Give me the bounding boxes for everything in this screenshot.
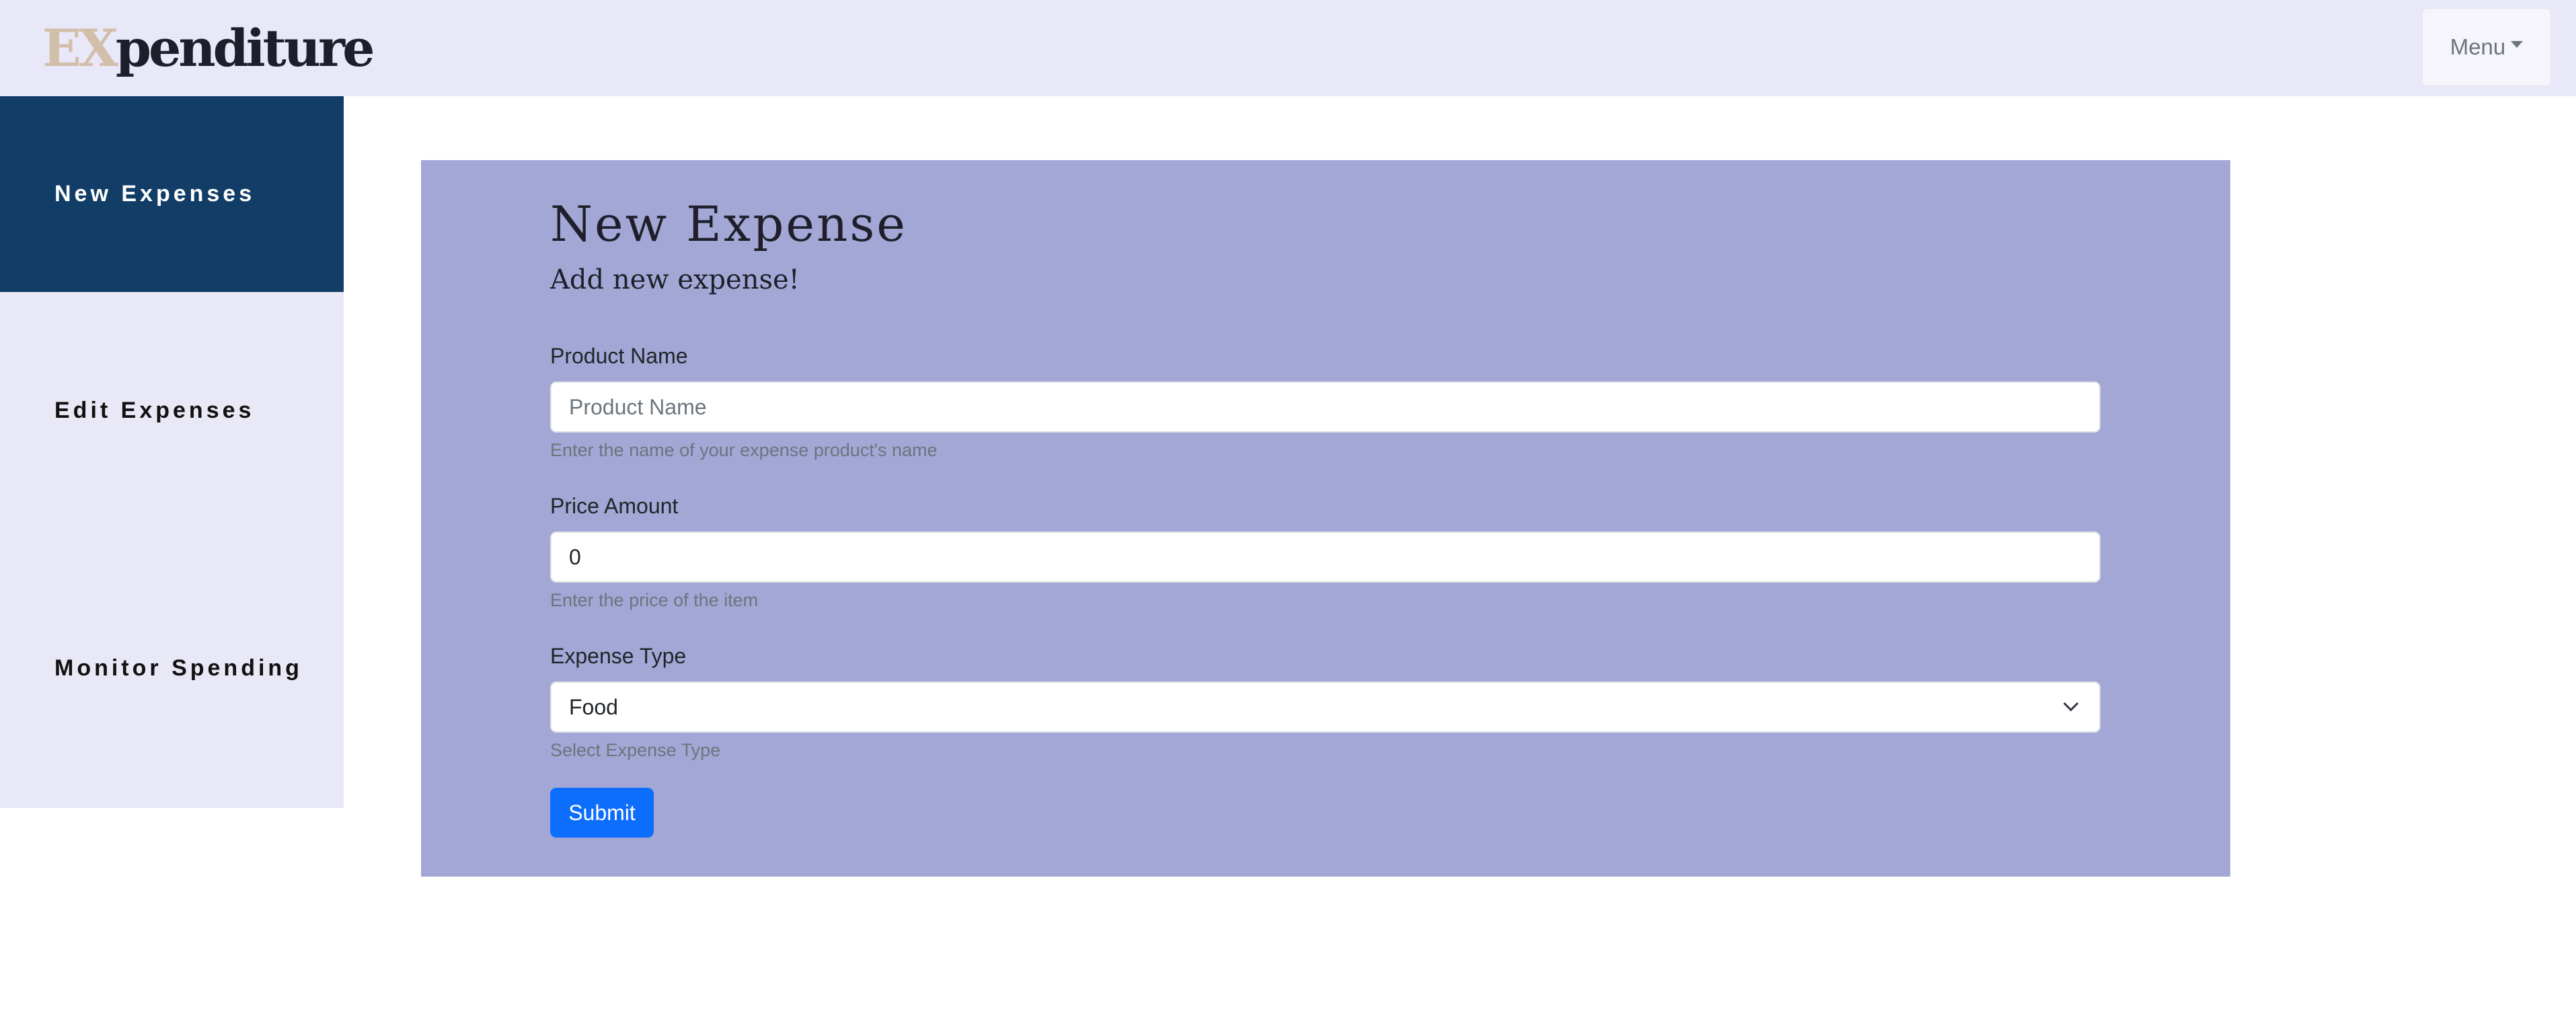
sidebar-item-label: Monitor Spending	[54, 655, 303, 681]
brand-logo-suffix: penditure	[115, 18, 375, 78]
price-amount-input[interactable]	[550, 531, 2100, 583]
price-amount-label: Price Amount	[550, 494, 679, 518]
menu-label: Menu	[2450, 34, 2506, 59]
top-navbar: EXpenditure Menu	[0, 0, 2576, 96]
submit-button[interactable]: Submit	[550, 788, 654, 838]
page-subtitle: Add new expense!	[550, 264, 800, 295]
new-expense-card: New Expense Add new expense! Product Nam…	[421, 160, 2230, 877]
expense-type-label: Expense Type	[550, 644, 687, 668]
expense-type-select[interactable]: Food	[550, 682, 2100, 733]
sidebar-item-new-expenses[interactable]: New Expenses	[0, 96, 344, 292]
price-amount-help: Enter the price of the item	[550, 590, 759, 610]
sidebar: New Expenses Edit Expenses Monitor Spend…	[0, 96, 344, 808]
product-name-input[interactable]	[550, 381, 2100, 433]
menu-dropdown-button[interactable]: Menu	[2422, 8, 2551, 86]
sidebar-item-monitor-spending[interactable]: Monitor Spending	[0, 529, 344, 808]
expense-type-help: Select Expense Type	[550, 740, 721, 760]
chevron-down-icon	[2063, 696, 2079, 712]
brand-logo[interactable]: EXpenditure	[42, 15, 375, 82]
sidebar-item-edit-expenses[interactable]: Edit Expenses	[0, 292, 344, 529]
brand-logo-prefix: EX	[42, 18, 118, 78]
product-name-label: Product Name	[550, 344, 688, 368]
page-title: New Expense	[550, 196, 907, 252]
product-name-help: Enter the name of your expense product's…	[550, 440, 938, 460]
sidebar-item-label: New Expenses	[54, 181, 256, 207]
caret-down-icon	[2511, 41, 2524, 48]
sidebar-item-label: Edit Expenses	[54, 397, 255, 423]
expense-type-selected-value: Food	[569, 694, 618, 719]
